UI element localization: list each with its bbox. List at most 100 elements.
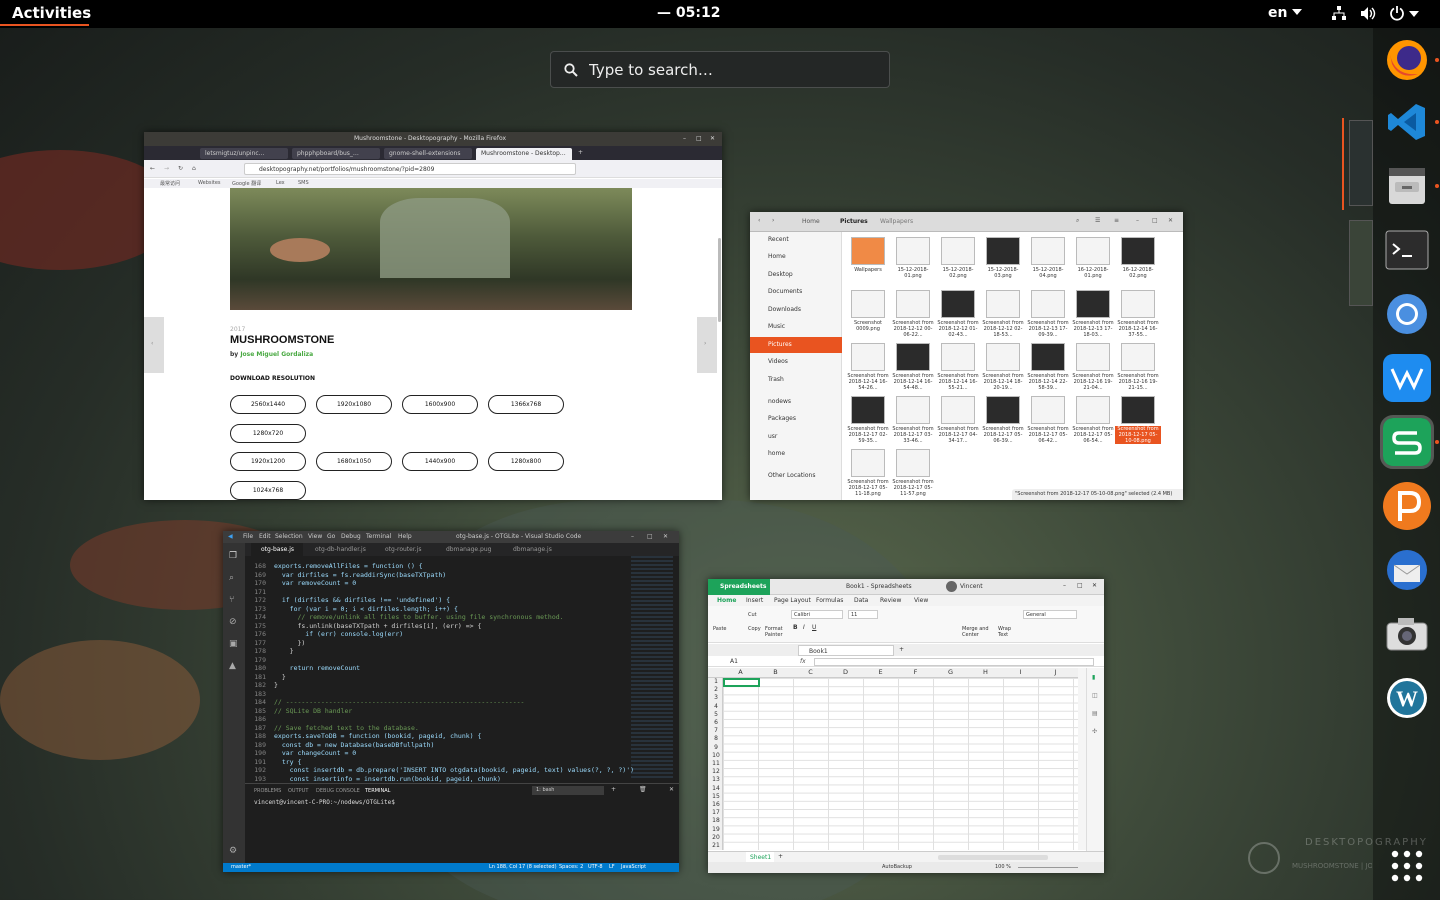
file-label[interactable]: Screenshot from 2018-12-17 05-11-18.png — [845, 479, 891, 497]
gear-icon[interactable]: ⚙ — [229, 846, 237, 856]
sheets-titlebar[interactable]: Spreadsheets Book1 - Spreadsheets Vincen… — [708, 579, 1104, 595]
file-thumbnail[interactable] — [986, 343, 1020, 371]
side-panel-icon[interactable]: ✣ — [1092, 728, 1097, 735]
home-icon[interactable]: ⌂ — [192, 165, 196, 172]
row-header[interactable]: 10 — [709, 752, 723, 759]
file-label[interactable]: 15-12-2018-04.png — [1025, 267, 1071, 279]
sidebar-item-videos[interactable]: Videos — [750, 354, 842, 370]
back-icon[interactable]: ‹ — [758, 217, 760, 224]
code-line[interactable]: // SQLite DB handler — [274, 707, 352, 716]
code-line[interactable]: } — [274, 673, 286, 682]
close-panel-icon[interactable]: ✕ — [669, 786, 674, 793]
italic-button[interactable]: I — [803, 624, 805, 631]
system-menu-chevron-icon[interactable] — [1409, 11, 1419, 17]
code-line[interactable]: } — [274, 681, 278, 690]
bookmark[interactable]: Websites — [198, 180, 221, 186]
file-label[interactable]: Wallpapers — [845, 267, 891, 273]
file-thumbnail[interactable] — [941, 343, 975, 371]
file-thumbnail[interactable] — [1031, 396, 1065, 424]
indentation[interactable]: Spaces: 2 — [559, 864, 583, 870]
source-control-icon[interactable]: ⑂ — [229, 595, 234, 605]
row-header[interactable]: 16 — [709, 801, 723, 808]
minimize-icon[interactable]: – — [1136, 217, 1139, 224]
new-terminal-icon[interactable]: + — [611, 786, 616, 793]
resolution-button[interactable]: 1024x768 — [230, 481, 306, 500]
workspace-thumbnail[interactable] — [1349, 120, 1373, 206]
sidebar-item-other-locations[interactable]: Other Locations — [750, 468, 842, 484]
editor-tab[interactable]: otg-db-handler.js — [315, 546, 366, 553]
file-thumbnail[interactable] — [1121, 396, 1155, 424]
maximize-icon[interactable]: □ — [696, 135, 702, 142]
forward-icon[interactable]: › — [772, 217, 774, 224]
row-header[interactable]: 9 — [709, 744, 723, 751]
code-line[interactable]: return removeCount — [274, 664, 360, 673]
file-label[interactable]: Screenshot from 2018-12-17 03-33-46... — [890, 426, 936, 444]
file-label[interactable]: Screenshot from 2018-12-13 17-09-39... — [1025, 320, 1071, 338]
sidebar-item-usr[interactable]: usr — [750, 429, 842, 445]
file-thumbnail[interactable] — [851, 290, 885, 318]
row-header[interactable]: 7 — [709, 727, 723, 734]
menu-help[interactable]: Help — [398, 533, 412, 540]
vertical-scrollbar[interactable] — [1078, 668, 1086, 850]
file-label[interactable]: Screenshot from 2018-12-17 05-06-42... — [1025, 426, 1071, 444]
resolution-button[interactable]: 1366x768 — [488, 395, 564, 414]
file-thumbnail[interactable] — [851, 396, 885, 424]
side-panel-icon[interactable]: ▤ — [1092, 710, 1098, 717]
explorer-icon[interactable]: ❐ — [229, 551, 237, 561]
code-line[interactable]: var dirfiles = fs.readdirSync(baseTXTpat… — [274, 571, 446, 580]
zoom-slider[interactable] — [1018, 867, 1078, 868]
workspace-thumbnail[interactable] — [1349, 220, 1373, 306]
file-thumbnail[interactable] — [851, 343, 885, 371]
language-indicator[interactable]: en — [1268, 5, 1303, 21]
spreadsheets-window[interactable]: Spreadsheets Book1 - Spreadsheets Vincen… — [708, 579, 1104, 873]
formula-input[interactable] — [814, 658, 1094, 666]
column-header[interactable]: F — [898, 668, 933, 677]
bookmark[interactable]: SMS — [298, 180, 309, 186]
code-line[interactable]: } — [274, 647, 294, 656]
file-thumbnail[interactable] — [896, 449, 930, 477]
maximize-icon[interactable]: □ — [1077, 582, 1083, 589]
doc-tab[interactable]: Book1 — [798, 645, 894, 656]
search-input[interactable] — [589, 61, 879, 79]
file-label[interactable]: 15-12-2018-03.png — [980, 267, 1026, 279]
code-line[interactable]: // -------------------------------------… — [274, 698, 524, 707]
editor-tab[interactable]: otg-router.js — [385, 546, 421, 553]
page-scrollbar[interactable] — [718, 238, 721, 322]
row-header[interactable]: 12 — [709, 768, 723, 775]
file-label[interactable]: Screenshot from 2018-12-17 05-06-54... — [1070, 426, 1116, 444]
code-line[interactable]: exports.removeAllFiles = function () { — [274, 562, 423, 571]
search-icon[interactable]: ⌕ — [1076, 217, 1079, 225]
eol[interactable]: LF — [609, 864, 615, 870]
code-line[interactable]: const insertdb = db.prepare('INSERT INTO… — [274, 766, 634, 775]
file-label[interactable]: Screenshot from 2018-12-16 19-21-15... — [1115, 373, 1161, 391]
file-label[interactable]: 15-12-2018-02.png — [935, 267, 981, 279]
row-header[interactable]: 19 — [709, 826, 723, 833]
ribbon-tab-page-layout[interactable]: Page Layout — [774, 597, 811, 604]
cursor-position[interactable]: Ln 188, Col 17 (8 selected) — [489, 864, 557, 870]
column-header[interactable]: E — [863, 668, 898, 677]
bookmark[interactable]: Lex — [276, 180, 285, 186]
avatar[interactable] — [946, 581, 957, 592]
row-header[interactable]: 1 — [709, 678, 723, 685]
minimize-icon[interactable]: – — [683, 135, 686, 142]
sidebar-item-downloads[interactable]: Downloads — [750, 302, 842, 318]
code-line[interactable]: fs.unlink(baseTXTpath + dirfiles[i], (er… — [274, 622, 481, 631]
wordpress-icon[interactable]: W — [1383, 674, 1431, 722]
sidebar-item-documents[interactable]: Documents — [750, 284, 842, 300]
zoom-level[interactable]: 100 % — [995, 864, 1011, 870]
file-thumbnail[interactable] — [1031, 343, 1065, 371]
panel-tab-debug-console[interactable]: DEBUG CONSOLE — [316, 788, 360, 794]
cut-button[interactable]: Cut — [748, 612, 757, 618]
resolution-button[interactable]: 1280x800 — [488, 452, 564, 471]
bold-button[interactable]: B — [793, 624, 798, 631]
column-header[interactable]: A — [723, 668, 758, 677]
resolution-button[interactable]: 1680x1050 — [316, 452, 392, 471]
file-label[interactable]: Screenshot from 2018-12-14 22-58-39... — [1025, 373, 1071, 391]
row-header[interactable]: 17 — [709, 809, 723, 816]
ribbon-tab-review[interactable]: Review — [880, 597, 901, 604]
file-label[interactable]: Screenshot 0009.png — [845, 320, 891, 332]
file-label[interactable]: Screenshot from 2018-12-14 18-20-19... — [980, 373, 1026, 391]
resolution-button[interactable]: 1280x720 — [230, 424, 306, 443]
font-size-select[interactable]: 11 — [848, 610, 878, 619]
file-label[interactable]: Screenshot from 2018-12-14 16-54-26... — [845, 373, 891, 391]
